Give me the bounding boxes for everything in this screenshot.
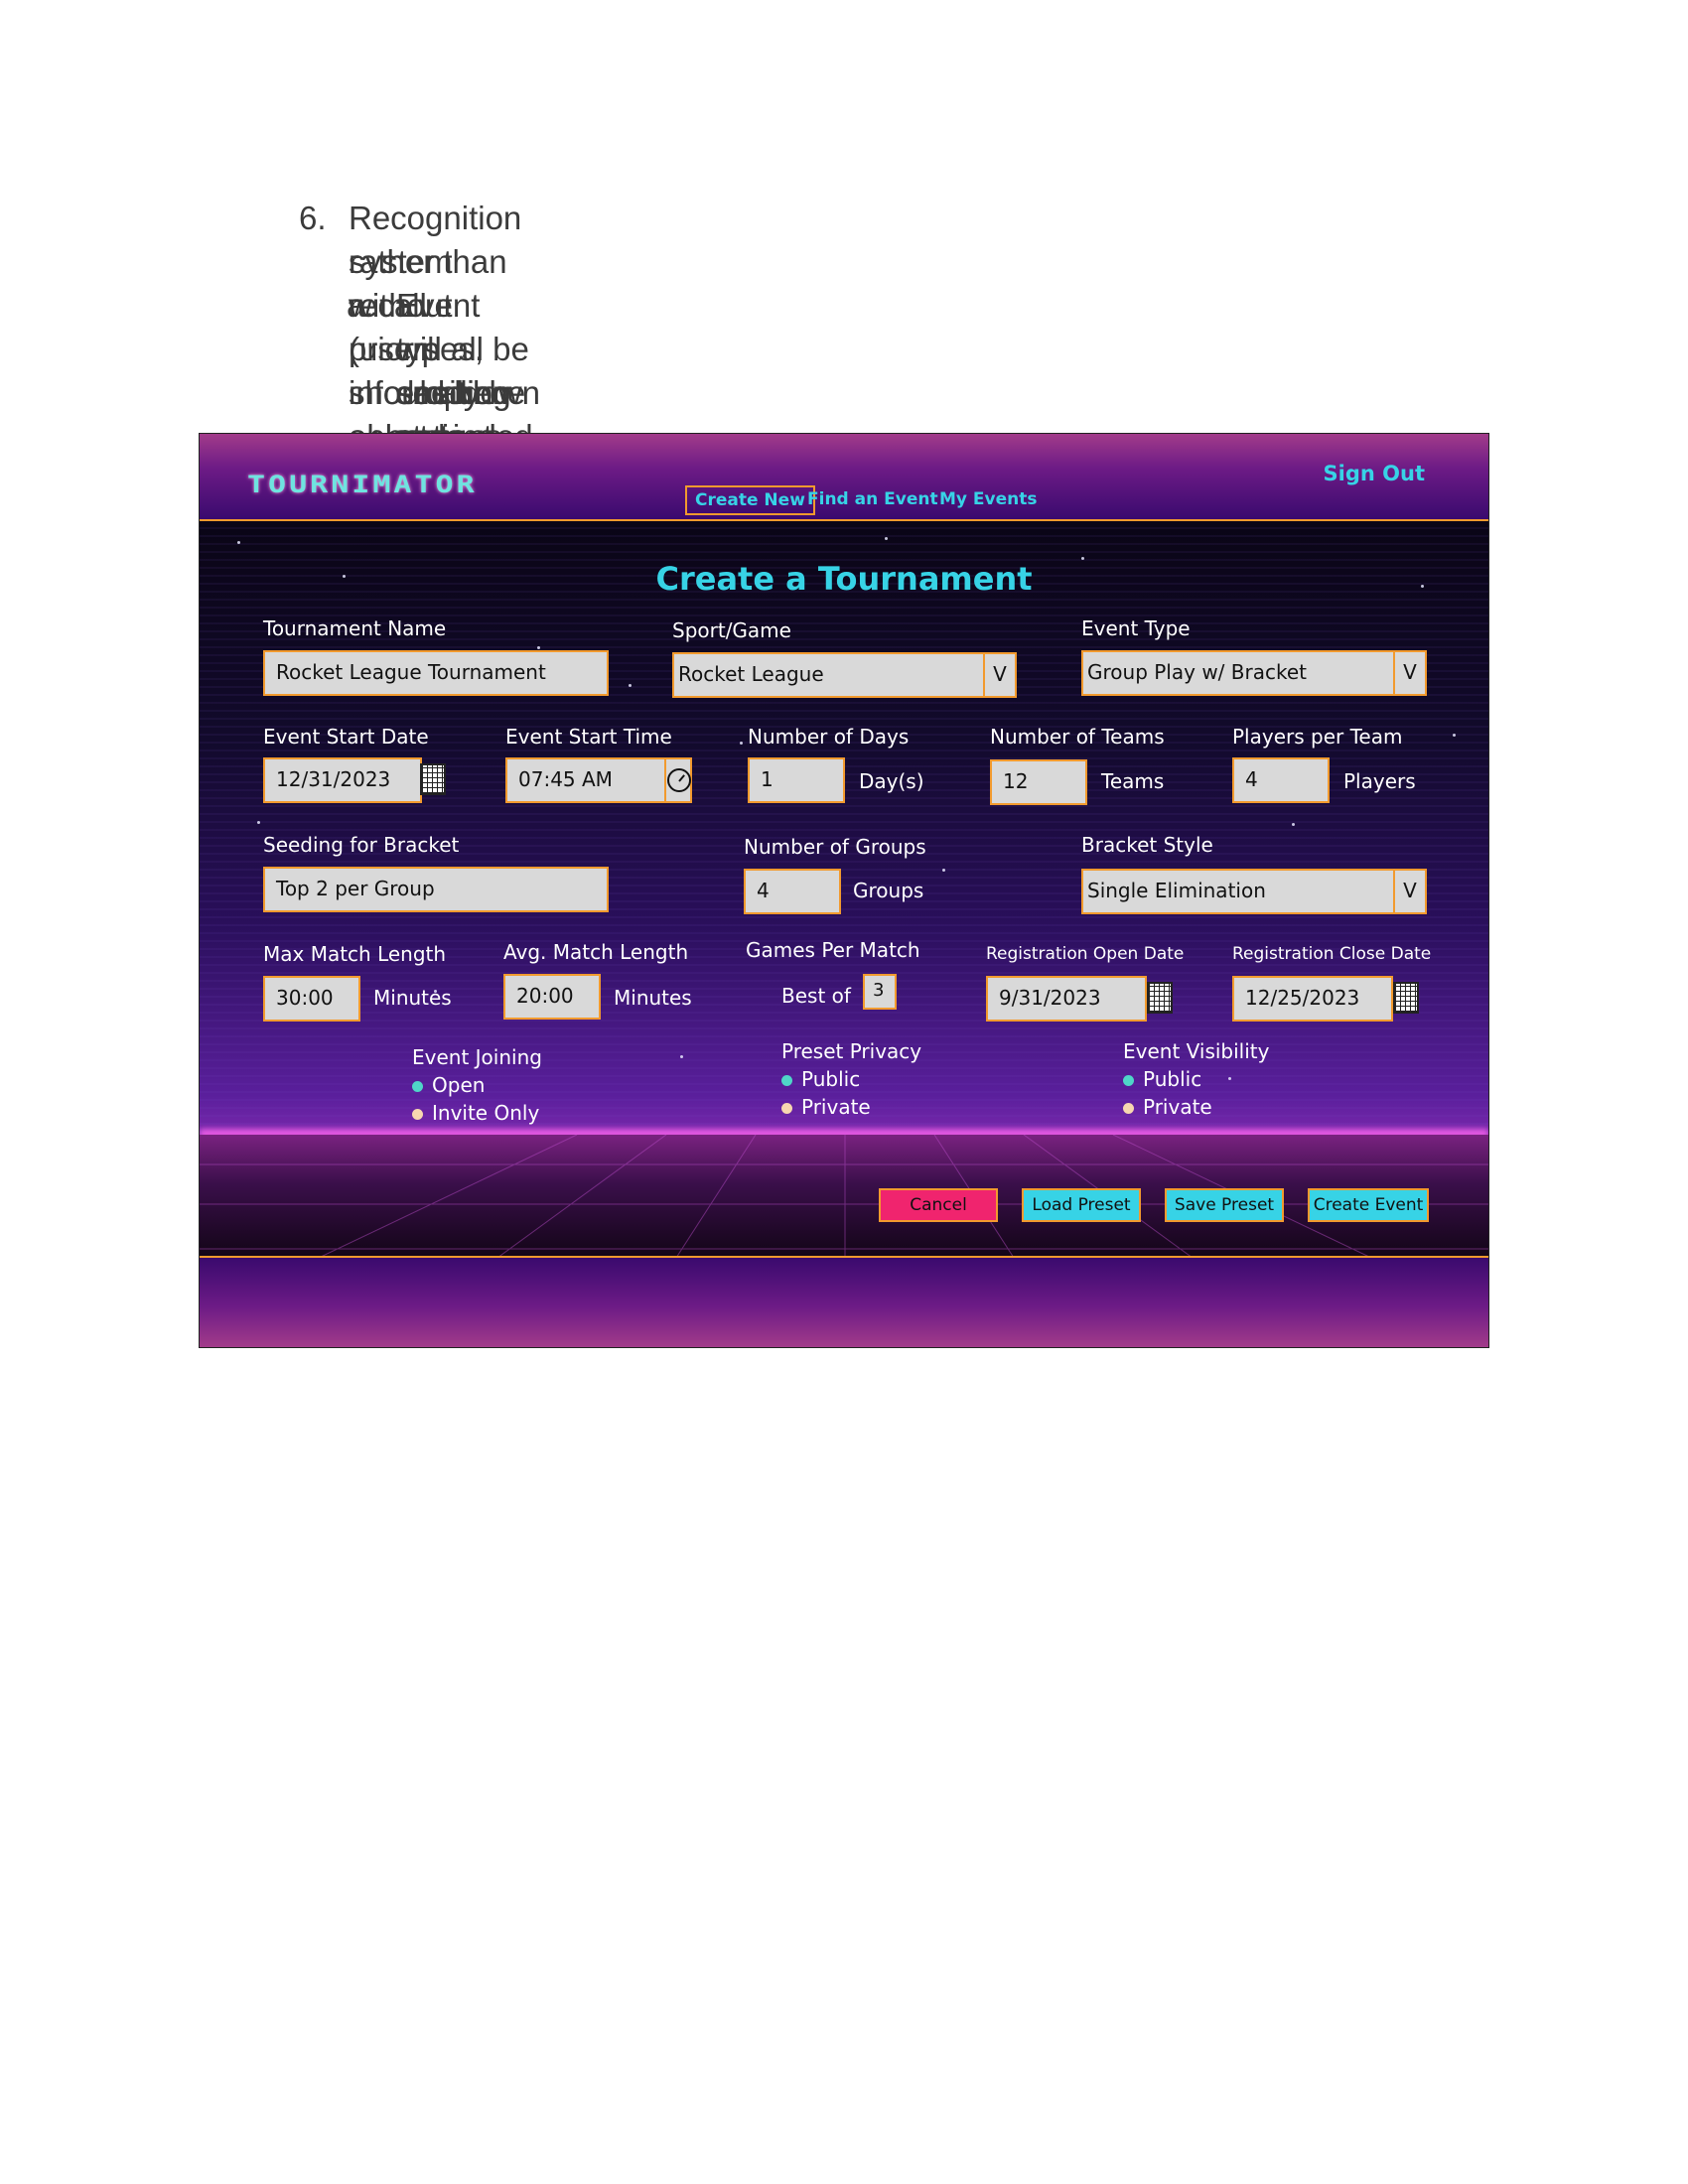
radio-label: Open bbox=[432, 1073, 486, 1097]
games-per-match-input[interactable]: 3 bbox=[863, 974, 897, 1010]
event-joining-label: Event Joining bbox=[412, 1045, 542, 1069]
radio-label: Public bbox=[1143, 1067, 1202, 1091]
star bbox=[680, 1055, 683, 1058]
radio-unselected-icon bbox=[1123, 1103, 1134, 1114]
start-date-label: Event Start Date bbox=[263, 725, 429, 749]
num-teams-input[interactable]: 12 bbox=[990, 759, 1087, 805]
num-groups-input[interactable]: 4 bbox=[744, 869, 841, 914]
app-header: TOURNIMATOR Sign Out Create New Find an … bbox=[200, 434, 1488, 521]
num-groups-unit: Groups bbox=[853, 879, 924, 902]
grid-lines bbox=[200, 1135, 1488, 1258]
num-days-input[interactable]: 1 bbox=[748, 757, 845, 803]
event-type-select[interactable]: Group Play w/ Bracket bbox=[1081, 650, 1395, 696]
star bbox=[537, 646, 540, 649]
star bbox=[942, 869, 945, 872]
start-time-input[interactable]: 07:45 AM bbox=[505, 757, 666, 803]
event-visibility-private-radio[interactable]: Private bbox=[1123, 1095, 1212, 1119]
sublist-letter: a. bbox=[347, 287, 374, 324]
save-preset-button[interactable]: Save Preset bbox=[1165, 1188, 1284, 1222]
sign-out-link[interactable]: Sign Out bbox=[1324, 462, 1425, 485]
seeding-select[interactable]: Top 2 per Group bbox=[263, 867, 609, 912]
start-time-label: Event Start Time bbox=[505, 725, 672, 749]
games-per-match-label: Games Per Match bbox=[746, 938, 920, 962]
tournament-name-label: Tournament Name bbox=[263, 616, 447, 640]
max-match-length-input[interactable]: 30:00 bbox=[263, 976, 360, 1022]
nav-find-an-event[interactable]: Find an Event bbox=[807, 489, 938, 509]
radio-selected-icon bbox=[1123, 1075, 1134, 1086]
preset-privacy-public-radio[interactable]: Public bbox=[781, 1067, 860, 1091]
num-groups-label: Number of Groups bbox=[744, 835, 926, 859]
players-per-team-input[interactable]: 4 bbox=[1232, 757, 1330, 803]
clock-icon bbox=[667, 768, 691, 792]
num-days-unit: Day(s) bbox=[859, 769, 924, 793]
radio-label: Private bbox=[1143, 1095, 1212, 1119]
reg-open-input[interactable]: 9/31/2023 bbox=[986, 976, 1147, 1022]
app-logo: TOURNIMATOR bbox=[247, 471, 478, 499]
avg-match-length-label: Avg. Match Length bbox=[503, 940, 689, 964]
max-match-length-unit: Minutes bbox=[373, 986, 452, 1010]
radio-unselected-icon bbox=[781, 1103, 792, 1114]
seeding-label: Seeding for Bracket bbox=[263, 833, 460, 857]
event-type-label: Event Type bbox=[1081, 616, 1191, 640]
num-days-label: Number of Days bbox=[748, 725, 910, 749]
star bbox=[629, 684, 632, 687]
bracket-style-dropdown-toggle[interactable]: V bbox=[1393, 869, 1427, 914]
nav-my-events[interactable]: My Events bbox=[939, 489, 1038, 509]
nav-create-new[interactable]: Create New bbox=[685, 485, 815, 515]
star bbox=[257, 821, 260, 824]
form-title: Create a Tournament bbox=[655, 560, 1033, 598]
preset-privacy-private-radio[interactable]: Private bbox=[781, 1095, 871, 1119]
radio-label: Public bbox=[801, 1067, 861, 1091]
app-mockup: TOURNIMATOR Sign Out Create New Find an … bbox=[199, 433, 1489, 1348]
tournament-name-input[interactable]: Rocket League Tournament bbox=[263, 650, 609, 696]
sport-game-dropdown-toggle[interactable]: V bbox=[983, 652, 1017, 698]
radio-unselected-icon bbox=[412, 1109, 423, 1120]
event-joining-invite-radio[interactable]: Invite Only bbox=[412, 1101, 539, 1125]
avg-match-length-unit: Minutes bbox=[614, 986, 692, 1010]
num-teams-label: Number of Teams bbox=[990, 725, 1165, 749]
star bbox=[237, 541, 240, 544]
event-joining-open-radio[interactable]: Open bbox=[412, 1073, 485, 1097]
radio-selected-icon bbox=[412, 1081, 423, 1092]
num-teams-unit: Teams bbox=[1101, 769, 1165, 793]
players-per-team-label: Players per Team bbox=[1232, 725, 1403, 749]
event-visibility-public-radio[interactable]: Public bbox=[1123, 1067, 1201, 1091]
radio-label: Private bbox=[801, 1095, 871, 1119]
players-per-team-unit: Players bbox=[1343, 769, 1416, 793]
cancel-button[interactable]: Cancel bbox=[879, 1188, 998, 1222]
start-date-input[interactable]: 12/31/2023 bbox=[263, 757, 422, 803]
clock-button[interactable] bbox=[664, 757, 692, 803]
sport-game-select[interactable]: Rocket League bbox=[672, 652, 985, 698]
calendar-icon[interactable] bbox=[420, 763, 446, 795]
retro-grid bbox=[200, 1135, 1488, 1258]
reg-close-input[interactable]: 12/25/2023 bbox=[1232, 976, 1393, 1022]
star bbox=[740, 742, 743, 745]
avg-match-length-input[interactable]: 20:00 bbox=[503, 974, 601, 1020]
preset-privacy-label: Preset Privacy bbox=[781, 1039, 922, 1063]
games-per-match-prefix: Best of bbox=[781, 984, 851, 1008]
max-match-length-label: Max Match Length bbox=[263, 942, 447, 966]
app-footer bbox=[200, 1256, 1488, 1347]
load-preset-button[interactable]: Load Preset bbox=[1022, 1188, 1141, 1222]
star bbox=[1292, 823, 1295, 826]
radio-label: Invite Only bbox=[432, 1101, 540, 1125]
create-event-button[interactable]: Create Event bbox=[1308, 1188, 1429, 1222]
radio-selected-icon bbox=[781, 1075, 792, 1086]
calendar-icon[interactable] bbox=[1147, 982, 1173, 1014]
calendar-icon[interactable] bbox=[1393, 982, 1419, 1014]
reg-close-label: Registration Close Date bbox=[1232, 944, 1432, 964]
event-type-dropdown-toggle[interactable]: V bbox=[1393, 650, 1427, 696]
star bbox=[885, 537, 888, 540]
star bbox=[1228, 1077, 1231, 1080]
event-visibility-label: Event Visibility bbox=[1123, 1039, 1270, 1063]
bracket-style-label: Bracket Style bbox=[1081, 833, 1213, 857]
star bbox=[1453, 734, 1456, 737]
list-number: 6. bbox=[299, 200, 327, 236]
bracket-style-select[interactable]: Single Elimination bbox=[1081, 869, 1395, 914]
sport-game-label: Sport/Game bbox=[672, 618, 791, 642]
reg-open-label: Registration Open Date bbox=[986, 944, 1185, 964]
